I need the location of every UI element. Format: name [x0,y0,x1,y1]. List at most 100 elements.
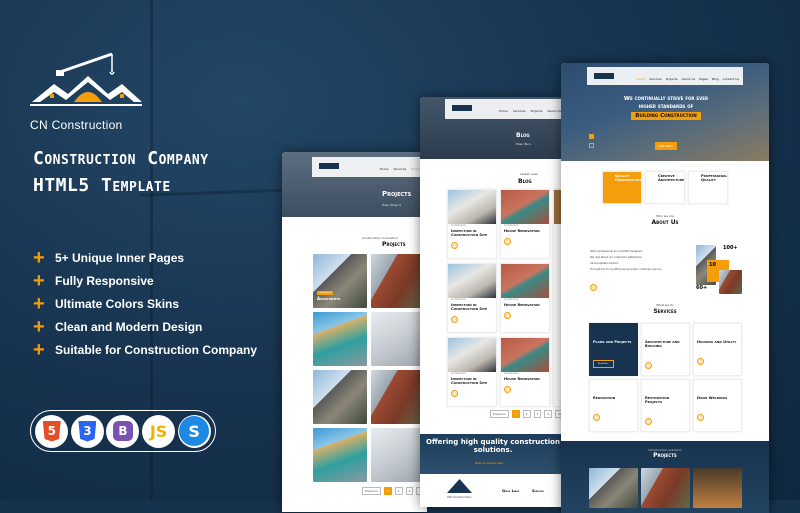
page-prev[interactable]: Previous [490,410,509,418]
page-3[interactable]: 3 [533,410,542,418]
service-card[interactable]: Restoration Projects [641,379,690,432]
arrow-icon [504,312,511,319]
project-image[interactable] [313,428,367,482]
site-header: Home Services Projects About Us Pages Blog Con… [587,67,743,85]
page-1[interactable]: 1 [511,410,520,418]
project-badge: Our Projects [317,291,334,295]
site-header: Home Services Projects About Us [445,99,565,119]
project-image[interactable] [371,312,427,366]
blog-card[interactable]: Architecture House Renovation [500,337,550,407]
page-4[interactable]: 4 [544,410,553,418]
footer-heading: Quick Links [502,489,520,493]
project-image[interactable] [371,428,427,482]
project-image[interactable] [371,254,427,308]
slider-dot[interactable] [589,143,594,148]
plus-icon: + [33,269,45,292]
arrow-icon [504,386,511,393]
breadcrumb: Home / Blog [516,143,531,146]
arrow-icon [451,390,458,397]
project-image [693,468,742,508]
arrow-icon [451,242,458,249]
arrow-icon [593,414,600,421]
section-tag: Latest news [520,172,538,176]
service-card[interactable]: Renovation [589,379,638,432]
arrow-icon [645,362,652,369]
blog-card[interactable]: Architecture Inspection in Construction S… [447,263,497,333]
plus-icon: + [33,246,45,269]
blog-image [501,338,549,372]
feature-card: Creative Architecture [645,171,685,204]
site-header: Home Services Projects [312,157,427,177]
about-image [719,270,742,294]
site-logo [449,101,475,115]
service-card[interactable]: Door Weldings [693,379,742,432]
arrow-icon[interactable] [590,284,597,291]
service-card[interactable]: Housing and Utility [693,323,742,376]
breadcrumb: Home / Projects [382,204,402,207]
blog-image [448,264,496,298]
arrow-icon [697,414,704,421]
pagination: Previous1234 [362,487,425,495]
home-page-preview: Home Services Projects About Us Pages Blog Con… [561,63,769,513]
html5-icon: 5 [35,414,69,448]
stat-projects: 100+ [723,245,738,251]
arrow-icon [697,358,704,365]
plus-icon: + [33,338,45,361]
bootstrap-icon: B [106,414,140,448]
page-3[interactable]: 3 [405,487,414,495]
css3-icon: 3 [70,414,104,448]
page-2[interactable]: 2 [522,410,531,418]
project-image[interactable] [313,370,367,424]
cta-button[interactable]: Make Your Dream Real [475,462,503,465]
blog-image [448,190,496,224]
feature-item: + Suitable for Construction Company [33,338,258,361]
feature-item: + Fully Responsive [33,269,154,292]
arrow-icon [645,418,652,425]
blog-image [501,190,549,224]
hero-title: We continually strive for ever higher sta… [623,96,709,120]
feature-item: +5+ Unique Inner Pages [33,246,185,269]
projects-page-preview: Home Services Projects Projects Home / Pro… [282,152,427,512]
projects-section: Construction solutions Projects [561,441,769,513]
headline: Construction Company HTML5 Template [33,145,209,199]
site-nav: Home Services Projects [379,167,423,171]
sass-icon: S [177,414,211,448]
blog-image [501,264,549,298]
blog-card[interactable]: Architecture House Renovation [500,263,550,333]
section-tag: Construction Innovation [362,236,398,240]
hero-highlight: Building Construction [631,112,701,120]
blog-card[interactable]: Architecture House Renovation [500,189,550,259]
slider-dot[interactable] [589,134,594,139]
feature-item: + Ultimate Colors Skins [33,292,180,315]
service-card[interactable]: Plans and Projects Read More [589,323,638,376]
blog-card[interactable]: Architecture Inspection in Construction S… [447,189,497,259]
section-title: Blog [518,178,532,185]
headline-line-2: HTML5 Template [33,175,171,196]
blog-card[interactable]: Architecture Inspection in Construction S… [447,337,497,407]
hero-button[interactable]: Get Start [655,142,677,150]
site-nav: Home Services Projects About Us [499,109,561,113]
section-tag: Who we are [656,214,674,218]
arrow-icon [451,316,458,323]
section-title: Projects [382,241,406,248]
page-prev[interactable]: Previous [362,487,381,495]
plus-icon: + [33,315,45,338]
read-more-button[interactable]: Read More [593,360,614,368]
project-image[interactable] [371,370,427,424]
about-points: We're professional and certified designe… [590,250,662,271]
cta-text: Offering high quality construction solut… [426,438,560,454]
banner-title: Projects [382,190,412,198]
site-logo [316,159,342,173]
feature-item: + Clean and Modern Design [33,315,203,338]
service-card[interactable]: Architecture and Building [641,323,690,376]
page-2[interactable]: 2 [394,487,403,495]
blog-page-preview: Home Services Projects About Us Blog Home /… [420,97,565,507]
footer-logo [447,479,472,493]
site-nav: Home Services Projects About Us Pages Blog Con… [636,77,739,81]
pagination: Previous1234Next [490,410,565,418]
page-1[interactable]: 1 [383,487,392,495]
project-image[interactable] [313,312,367,366]
footer-brand: CN Construction [447,495,472,499]
headline-line-1: Construction Company [33,148,209,169]
section-tag: What we do [656,303,674,307]
